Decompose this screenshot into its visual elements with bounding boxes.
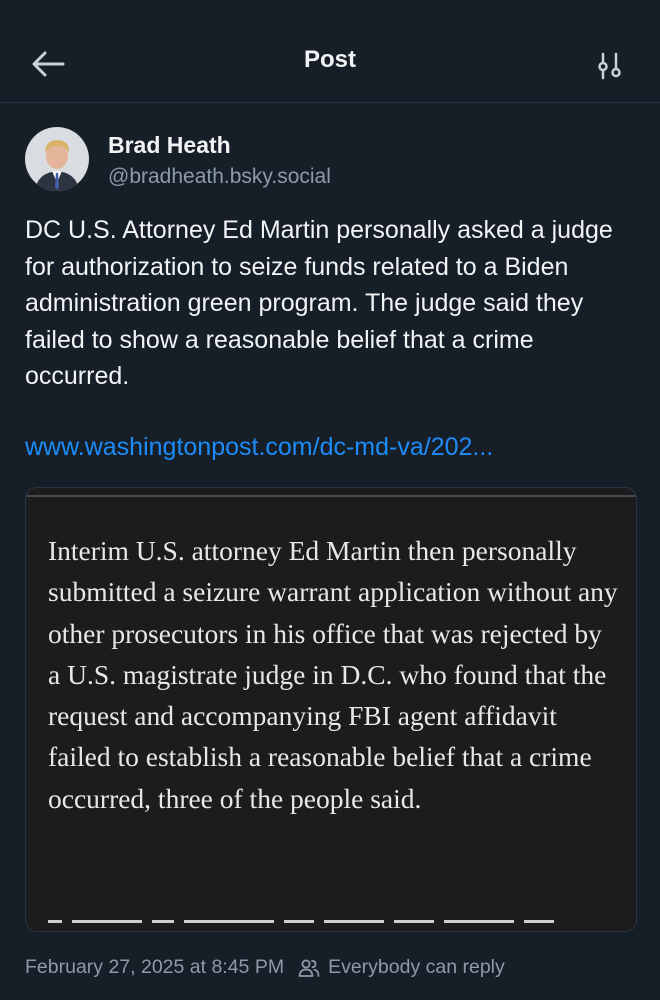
- sliders-icon: [598, 52, 621, 80]
- author-row: Brad Heath @bradheath.bsky.social: [25, 127, 635, 193]
- author-name[interactable]: Brad Heath: [108, 132, 231, 159]
- author-handle[interactable]: @bradheath.bsky.social: [108, 165, 331, 189]
- post-meta: February 27, 2025 at 8:45 PM Everybody c…: [25, 956, 505, 979]
- post-text: DC U.S. Attorney Ed Martin personally as…: [25, 216, 613, 390]
- embed-cutoff-line: [48, 913, 628, 925]
- post-link[interactable]: www.washingtonpost.com/dc-md-va/202...: [25, 433, 493, 462]
- reply-setting[interactable]: Everybody can reply: [298, 956, 505, 979]
- embedded-image[interactable]: Interim U.S. attorney Ed Martin then per…: [25, 487, 637, 932]
- post-timestamp: February 27, 2025 at 8:45 PM: [25, 956, 285, 978]
- page-title: Post: [303, 46, 356, 73]
- filter-button[interactable]: [592, 48, 628, 84]
- reply-setting-label: Everybody can reply: [328, 956, 505, 978]
- embed-quote-text: Interim U.S. attorney Ed Martin then per…: [48, 535, 618, 814]
- top-bar: Post: [0, 0, 660, 103]
- avatar[interactable]: [25, 127, 89, 191]
- embed-divider: [26, 495, 636, 497]
- people-icon: [298, 959, 320, 977]
